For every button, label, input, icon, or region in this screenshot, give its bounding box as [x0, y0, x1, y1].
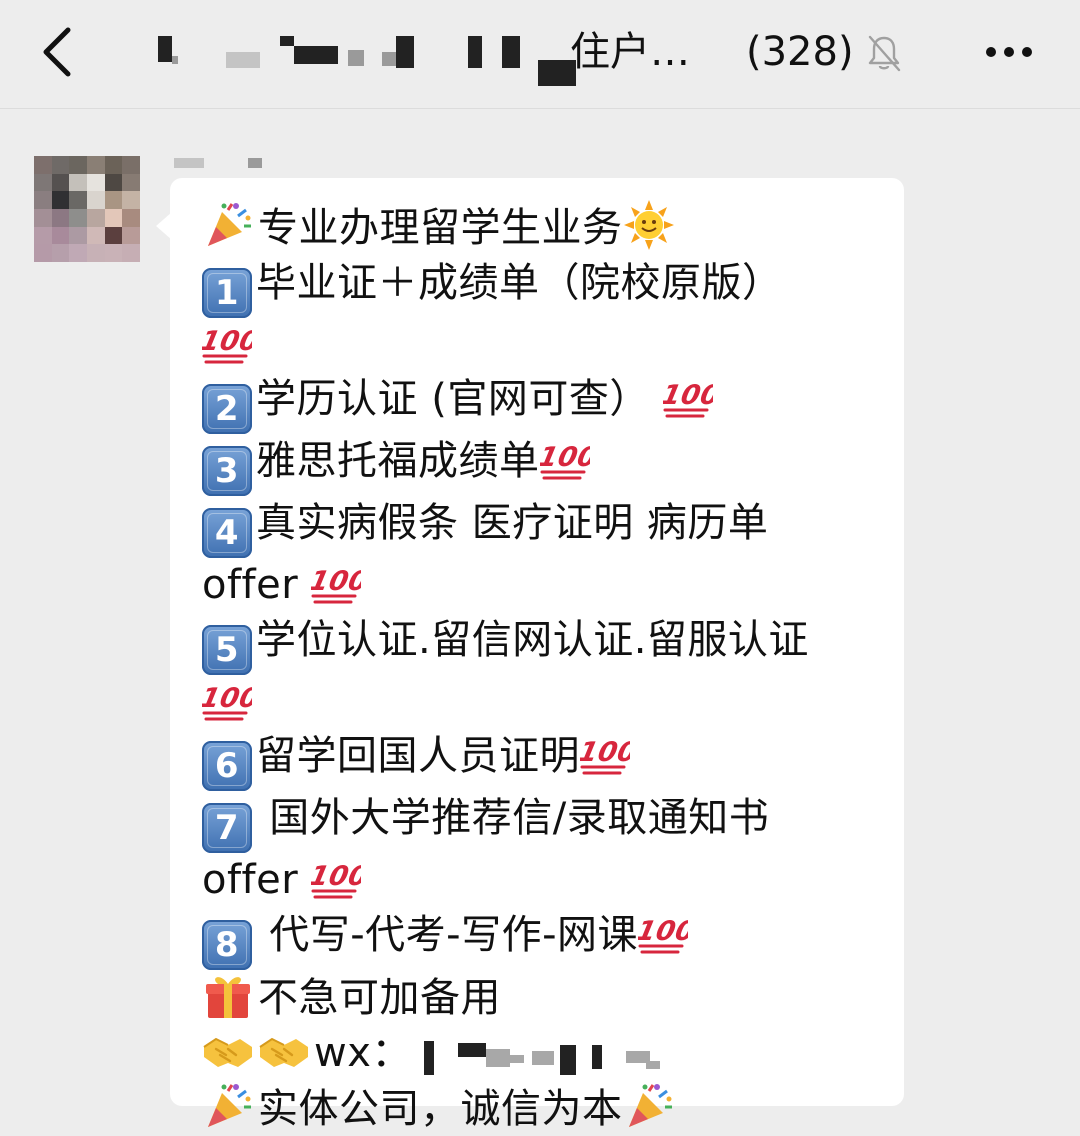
hundred-points-icon: 100	[663, 372, 713, 422]
chat-header: 住户… (328)	[0, 0, 1080, 109]
message-line-text: wx：	[314, 1030, 412, 1076]
hundred-points-icon: 100	[311, 558, 361, 608]
keycap-5-icon: 5	[202, 625, 252, 675]
message-line: 7 国外大学推荐信/录取通知书	[202, 791, 884, 853]
svg-text:100: 100	[663, 380, 713, 411]
redacted-title-block	[294, 46, 338, 64]
hundred-points-icon: 100	[638, 908, 688, 958]
hundred-points-icon: 100	[580, 729, 630, 779]
bell-slash-icon	[866, 34, 902, 72]
hundred-points-icon: 100	[311, 853, 361, 903]
message-line-text: 国外大学推荐信/录取通知书	[256, 795, 769, 841]
member-count: (328)	[746, 26, 854, 78]
party-popper-emoji-icon	[202, 200, 254, 250]
message-line: 6留学回国人员证明100	[202, 729, 884, 791]
chevron-left-icon	[30, 20, 90, 84]
more-options-button[interactable]	[982, 34, 1036, 70]
message-line-text: 代写-代考-写作-网课	[256, 912, 638, 958]
message-line: 1毕业证＋成绩单（院校原版）	[202, 256, 884, 318]
message-line-text: offer	[202, 562, 311, 608]
keycap-2-icon: 2	[202, 384, 252, 434]
message-line-text: 专业办理留学生业务	[258, 205, 623, 251]
hundred-points-icon: 100	[540, 434, 590, 484]
redacted-title-block	[158, 36, 172, 62]
svg-text:100: 100	[202, 683, 252, 714]
message-line: 2学历认证 (官网可查） 100	[202, 372, 884, 434]
redacted-title-block	[468, 36, 482, 68]
message-line-text: 不急可加备用	[258, 975, 501, 1021]
message-line-text: 雅思托福成绩单	[256, 438, 540, 484]
hundred-points-icon: 100	[202, 318, 252, 368]
message-line: offer 100	[202, 853, 884, 908]
sender-name-redacted	[172, 156, 272, 170]
gift-emoji-icon	[202, 970, 254, 1020]
message-line: 4真实病假条 医疗证明 病历单	[202, 496, 884, 558]
message-line-text: 真实病假条 医疗证明 病历单	[256, 500, 768, 546]
message-line-text: 毕业证＋成绩单（院校原版）	[256, 260, 783, 306]
keycap-3-icon: 3	[202, 446, 252, 496]
redacted-title-block	[280, 36, 294, 46]
svg-text:100: 100	[311, 566, 361, 597]
message-line: 8 代写-代考-写作-网课100	[202, 908, 884, 970]
message-line-text: offer	[202, 857, 311, 903]
svg-text:100: 100	[638, 916, 688, 947]
message-line-text: 留学回国人员证明	[256, 733, 580, 779]
message-line-text: 学历认证 (官网可查）	[256, 376, 663, 422]
avatar[interactable]	[34, 156, 140, 262]
message-line-text: 实体公司，诚信为本	[258, 1086, 623, 1132]
back-button[interactable]	[30, 20, 90, 84]
redacted-title-block	[172, 56, 178, 64]
message-line: 100	[202, 318, 884, 373]
keycap-8-icon: 8	[202, 920, 252, 970]
message-line: offer 100	[202, 558, 884, 613]
redacted-title-block	[226, 52, 260, 68]
message-line: 100	[202, 675, 884, 730]
message-line: wx：	[202, 1025, 884, 1081]
party-popper-emoji-icon	[202, 1081, 254, 1131]
redacted-title-block	[502, 36, 520, 68]
handshake-emoji-icon	[258, 1025, 310, 1075]
hundred-points-icon: 100	[202, 675, 252, 725]
svg-text:100: 100	[580, 737, 630, 768]
message-line: 不急可加备用	[202, 970, 884, 1026]
ellipsis-icon	[982, 34, 1036, 70]
keycap-1-icon: 1	[202, 268, 252, 318]
message-line-text: 学位认证.留信网认证.留服认证	[256, 617, 809, 663]
message-bubble[interactable]: 专业办理留学生业务1毕业证＋成绩单（院校原版）1002学历认证 (官网可查） 1…	[170, 178, 904, 1106]
keycap-6-icon: 6	[202, 741, 252, 791]
redacted-title-block	[382, 52, 396, 66]
sun-with-face-emoji-icon	[623, 200, 675, 250]
chat-title-area[interactable]: 住户… (328)	[150, 22, 920, 82]
svg-text:100: 100	[540, 442, 590, 473]
redacted-title-block	[396, 36, 414, 68]
keycap-4-icon: 4	[202, 508, 252, 558]
chat-title: 住户…	[570, 26, 690, 78]
handshake-emoji-icon	[202, 1025, 254, 1075]
message-line: 实体公司，诚信为本	[202, 1081, 884, 1136]
redacted-contact	[412, 1035, 662, 1075]
keycap-7-icon: 7	[202, 803, 252, 853]
svg-text:100: 100	[311, 861, 361, 892]
message-line: 3雅思托福成绩单100	[202, 434, 884, 496]
redacted-title-block	[348, 50, 364, 66]
message-text: 专业办理留学生业务1毕业证＋成绩单（院校原版）1002学历认证 (官网可查） 1…	[202, 200, 884, 1136]
party-popper-emoji-icon	[623, 1081, 675, 1131]
svg-text:100: 100	[202, 326, 252, 357]
message-line: 5学位认证.留信网认证.留服认证	[202, 613, 884, 675]
message-line: 专业办理留学生业务	[202, 200, 884, 256]
